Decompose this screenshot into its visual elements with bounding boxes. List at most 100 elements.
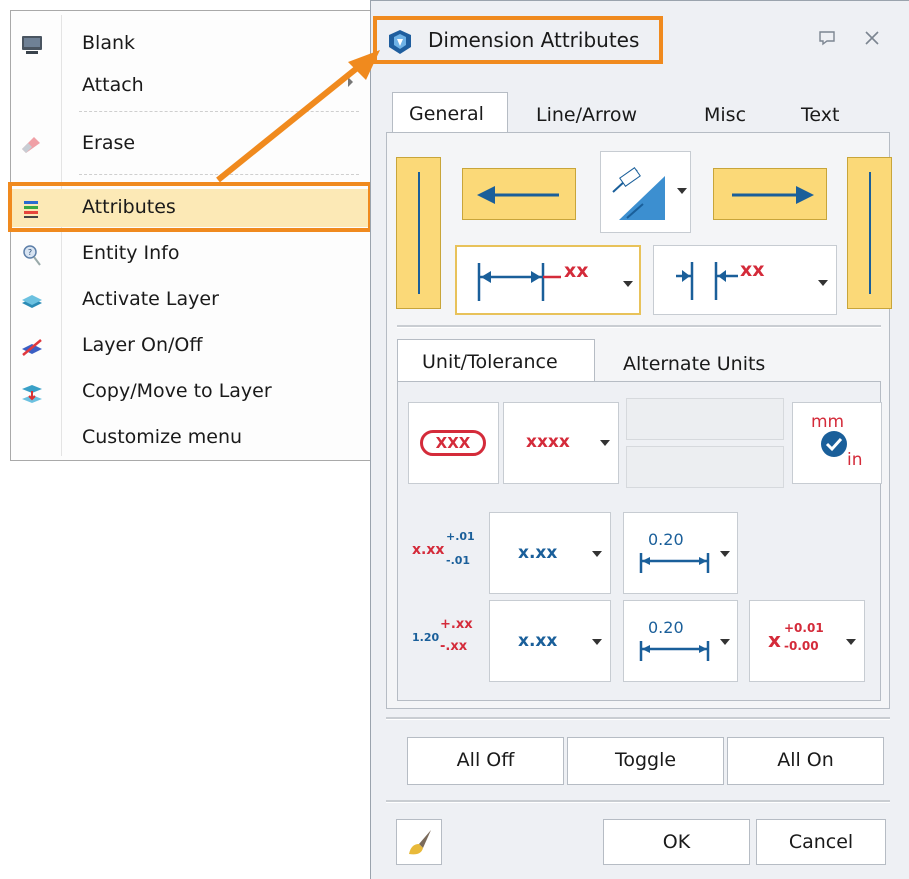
checkmark-icon	[821, 431, 847, 457]
tol-base: x.xx	[412, 542, 445, 558]
tol-base: 1.20	[412, 631, 440, 644]
tab-label: General	[409, 103, 484, 125]
text-alignment-label: xx	[740, 259, 765, 281]
tolerance-precision-label: x.xx	[518, 631, 558, 651]
toggle-button[interactable]: Toggle	[567, 737, 724, 785]
chevron-down-icon	[720, 551, 730, 557]
chevron-down-icon	[623, 281, 633, 287]
all-on-button[interactable]: All On	[727, 737, 884, 785]
chevron-down-icon	[677, 188, 687, 194]
dimension-style-dropdown[interactable]	[600, 151, 691, 233]
tolerance-precision-dropdown-1[interactable]: x.xx	[489, 512, 611, 594]
ok-button[interactable]: OK	[603, 819, 750, 865]
menu-item-label: Layer On/Off	[82, 334, 203, 356]
monitor-icon	[22, 36, 42, 54]
menu-item-label: Entity Info	[82, 242, 180, 264]
unit-bottom-label: in	[847, 450, 863, 470]
button-label: Toggle	[614, 749, 677, 771]
chevron-down-icon	[818, 280, 828, 286]
layer-toggle-icon	[22, 339, 42, 356]
menu-item-copy-move-layer[interactable]: Copy/Move to Layer	[11, 373, 371, 411]
copy-move-layer-icon	[22, 385, 42, 403]
menu-item-label: Attach	[82, 74, 144, 96]
menu-item-entity-info[interactable]: ? Entity Info	[11, 235, 371, 273]
menu-item-activate-layer[interactable]: Activate Layer	[11, 281, 371, 319]
chevron-down-icon	[592, 639, 602, 645]
dimension-value-dropdown-1[interactable]: 0.20	[623, 512, 738, 594]
tol-format-base: x	[768, 628, 781, 652]
pin-icon[interactable]	[818, 30, 836, 46]
disabled-field-2	[626, 446, 784, 488]
dimension-line-icon	[639, 553, 710, 573]
chevron-down-icon	[600, 440, 610, 446]
chevron-down-icon	[720, 639, 730, 645]
arrow-1-toggle[interactable]	[462, 168, 576, 220]
all-off-button[interactable]: All Off	[407, 737, 564, 785]
tab-label: Unit/Tolerance	[422, 351, 558, 373]
tol-minus: -.xx	[440, 639, 468, 654]
tol-format-minus: -0.00	[784, 639, 819, 653]
chevron-down-icon	[846, 639, 856, 645]
menu-item-label: Erase	[82, 132, 136, 154]
menu-item-customize[interactable]: Customize menu	[11, 419, 371, 457]
dimension-line-icon	[639, 641, 710, 661]
tolerance-display-icon-2: 1.20 +.xx -.xx	[410, 615, 490, 665]
menu-item-label: Customize menu	[82, 426, 243, 448]
cancel-button[interactable]: Cancel	[756, 819, 886, 865]
tab-general[interactable]: General	[392, 92, 508, 132]
divider	[386, 717, 890, 720]
layer-icon	[22, 295, 42, 308]
text-placement-dropdown[interactable]: xx	[455, 245, 641, 315]
aligned-dimension-icon	[612, 167, 665, 220]
menu-item-label: Copy/Move to Layer	[82, 380, 272, 402]
callout-arrow	[216, 50, 380, 183]
menu-item-layer-on-off[interactable]: Layer On/Off	[11, 327, 371, 365]
extension-line-1-toggle[interactable]	[396, 157, 441, 309]
button-label: All Off	[456, 749, 515, 771]
title-highlight-frame	[373, 16, 663, 64]
button-label: OK	[662, 831, 691, 853]
text-placement-label: xx	[564, 260, 589, 282]
brush-icon	[409, 830, 431, 855]
arrow-2-toggle[interactable]	[713, 168, 827, 220]
tolerance-display-icon-1: x.xx +.01 -.01	[410, 528, 490, 578]
text-placement-icon	[477, 263, 561, 301]
basic-dimension-button[interactable]: XXX	[408, 402, 499, 484]
disabled-field-1	[626, 398, 784, 440]
arrow-right-icon	[732, 186, 814, 204]
menu-item-label: Blank	[82, 32, 136, 54]
dimension-value-label: 0.20	[648, 618, 684, 637]
tab-unit-tolerance[interactable]: Unit/Tolerance	[397, 339, 595, 381]
tab-label: Line/Arrow	[536, 104, 638, 126]
arrow-left-icon	[477, 186, 559, 204]
unit-toggle-button[interactable]: mm in	[792, 402, 882, 484]
eraser-icon	[22, 137, 40, 153]
basic-dimension-label: XXX	[420, 430, 486, 456]
tol-minus: -.01	[446, 554, 471, 567]
menu-item-label: Activate Layer	[82, 288, 219, 310]
entity-info-icon: ?	[23, 245, 41, 266]
button-label: All On	[777, 749, 834, 771]
extension-line-2-toggle[interactable]	[847, 157, 892, 309]
precision-format-label: xxxx	[526, 432, 570, 452]
tab-label: Text	[801, 104, 840, 126]
tol-plus: +.xx	[440, 617, 473, 632]
divider	[386, 800, 890, 803]
divider	[397, 325, 881, 328]
button-label: Cancel	[788, 831, 854, 853]
tol-plus: +.01	[446, 530, 475, 543]
dimension-value-label: 0.20	[648, 530, 684, 549]
tab-label: Alternate Units	[623, 353, 766, 375]
tolerance-precision-label: x.xx	[518, 543, 558, 563]
brush-button[interactable]	[396, 819, 442, 865]
tolerance-precision-dropdown-2[interactable]: x.xx	[489, 600, 611, 682]
close-icon[interactable]	[863, 29, 881, 47]
tab-label: Misc	[704, 104, 747, 126]
dimension-value-dropdown-2[interactable]: 0.20	[623, 600, 738, 682]
chevron-down-icon	[592, 551, 602, 557]
svg-text:?: ?	[28, 248, 32, 257]
tolerance-format-dropdown[interactable]: x +0.01 -0.00	[749, 600, 865, 682]
precision-format-dropdown[interactable]: xxxx	[503, 402, 619, 484]
tol-format-plus: +0.01	[784, 621, 824, 635]
text-alignment-dropdown[interactable]: xx	[653, 245, 837, 315]
